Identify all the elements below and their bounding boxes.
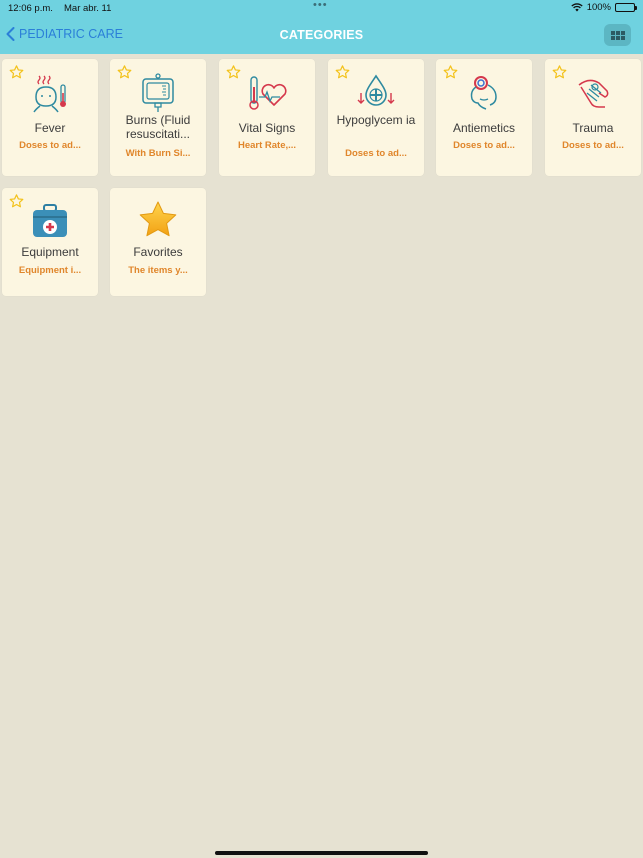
favorite-star-outline-icon[interactable]: [9, 65, 24, 79]
category-tile-hypoglycemia[interactable]: Hypoglycem ia Doses to ad...: [328, 59, 424, 176]
grid-icon: [610, 30, 625, 40]
category-name: Equipment: [21, 245, 79, 259]
iv-bag-icon: [142, 73, 174, 112]
category-subtitle: Doses to ad...: [453, 140, 515, 151]
home-indicator[interactable]: [215, 851, 428, 855]
favorite-star-outline-icon[interactable]: [117, 65, 132, 79]
category-tile-trauma[interactable]: Trauma Doses to ad...: [545, 59, 641, 176]
category-subtitle: Equipment i...: [18, 265, 82, 276]
glucose-drop-icon: [357, 74, 395, 106]
category-tile-burns[interactable]: Burns (Fluid resuscitati... With Burn Si…: [110, 59, 206, 176]
category-tile-fever[interactable]: Fever Doses to ad...: [2, 59, 98, 176]
multitasking-dots-icon[interactable]: •••: [313, 0, 328, 11]
thermometer-heart-icon: [249, 76, 287, 110]
category-subtitle: Heart Rate,...: [237, 140, 297, 151]
grid-view-button[interactable]: [604, 24, 631, 46]
category-name: Trauma: [572, 121, 614, 135]
category-name: Antiemetics: [452, 121, 516, 135]
favorite-star-outline-icon[interactable]: [9, 194, 24, 208]
wifi-icon: [571, 3, 583, 12]
category-subtitle: With Burn Si...: [125, 148, 191, 159]
category-subtitle: Doses to ad...: [345, 148, 407, 159]
category-tile-vital-signs[interactable]: Vital Signs Heart Rate,...: [219, 59, 315, 176]
page-title: CATEGORIES: [279, 28, 364, 42]
category-name: Favorites: [133, 245, 183, 259]
category-subtitle: Doses to ad...: [562, 140, 624, 151]
category-name: Hypoglycem ia: [336, 113, 416, 127]
star-icon: [139, 201, 177, 237]
fever-child-thermometer-icon: [33, 75, 66, 113]
category-name: Burns (Fluid resuscitati...: [125, 113, 191, 141]
status-date: Mar abr. 11: [64, 3, 112, 14]
favorite-star-outline-icon[interactable]: [335, 65, 350, 79]
bandaged-arm-icon: [578, 79, 609, 108]
status-time: 12:06 p.m.: [8, 3, 53, 14]
nausea-head-icon: [470, 76, 497, 110]
navigation-bar: 12:06 p.m. Mar abr. 11 ••• 100% PEDIATRI…: [0, 0, 643, 54]
first-aid-kit-icon: [33, 204, 67, 237]
category-name: Fever: [34, 121, 66, 135]
favorite-star-outline-icon[interactable]: [552, 65, 567, 79]
battery-icon: [615, 3, 637, 12]
category-tile-antiemetics[interactable]: Antiemetics Doses to ad...: [436, 59, 532, 176]
category-subtitle: Doses to ad...: [19, 140, 81, 151]
category-tile-favorites[interactable]: Favorites The items y...: [110, 188, 206, 296]
favorite-star-outline-icon[interactable]: [226, 65, 241, 79]
favorite-star-outline-icon[interactable]: [443, 65, 458, 79]
category-tile-equipment[interactable]: Equipment Equipment i...: [2, 188, 98, 296]
status-bar: 12:06 p.m. Mar abr. 11 ••• 100%: [0, 0, 643, 18]
category-subtitle: The items y...: [128, 265, 188, 276]
battery-percent: 100%: [586, 2, 611, 13]
category-name: Vital Signs: [238, 121, 296, 135]
